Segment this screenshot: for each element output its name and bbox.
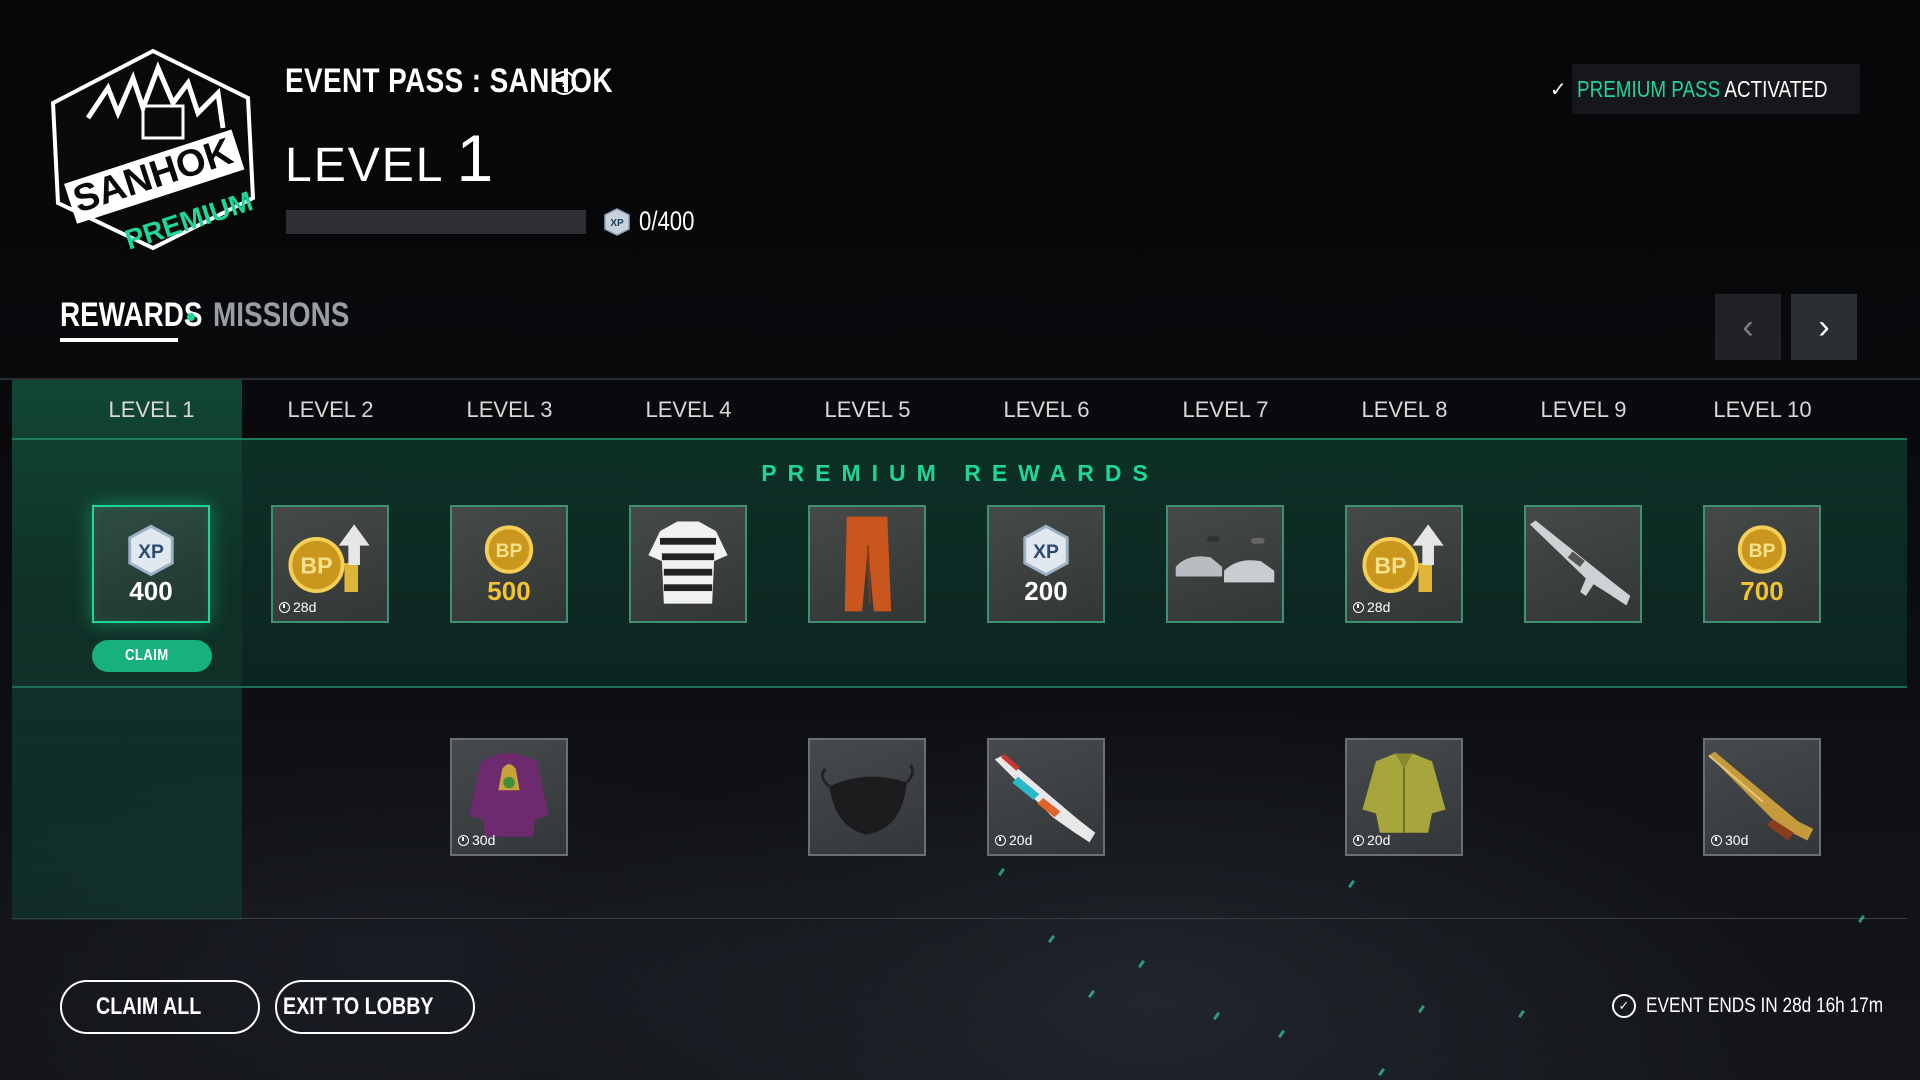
- next-page-button[interactable]: ›: [1791, 294, 1857, 360]
- duration-label: 30d: [1711, 832, 1748, 848]
- reward-tile-grey-shoes[interactable]: [1166, 505, 1284, 623]
- checkmark-icon: ✓: [1549, 78, 1567, 101]
- svg-text:BP: BP: [1749, 541, 1776, 562]
- svg-text:XP: XP: [1033, 542, 1059, 563]
- level-header[interactable]: LEVEL 1: [62, 380, 241, 440]
- duration-label: 20d: [1353, 832, 1390, 848]
- reward-tile-xp[interactable]: XP 200: [987, 505, 1105, 623]
- reward-tile-bp-boost[interactable]: BP 28d: [271, 505, 389, 623]
- level-header[interactable]: LEVEL 9: [1494, 380, 1673, 440]
- duration-label: 28d: [279, 599, 316, 615]
- reward-tile-bp-boost[interactable]: BP 28d: [1345, 505, 1463, 623]
- reward-tile-shotgun[interactable]: 30d: [1703, 738, 1821, 856]
- question-circle-icon[interactable]: ?: [552, 71, 576, 95]
- svg-text:BP: BP: [300, 553, 332, 579]
- reward-tile-bp[interactable]: BP 500: [450, 505, 568, 623]
- timer-icon: [1353, 601, 1364, 613]
- level-header[interactable]: LEVEL 5: [778, 380, 957, 440]
- svg-text:BP: BP: [496, 541, 523, 562]
- level-header[interactable]: LEVEL 10: [1673, 380, 1852, 440]
- reward-tile-black-mask[interactable]: [808, 738, 926, 856]
- level-header[interactable]: LEVEL 7: [1136, 380, 1315, 440]
- svg-text:XP: XP: [138, 542, 164, 563]
- premium-pass-status: ✓ PREMIUM PASS ACTIVATED: [1550, 64, 1860, 114]
- timer-icon: [1353, 834, 1364, 846]
- exit-to-lobby-button[interactable]: EXIT TO LOBBY: [275, 980, 475, 1034]
- svg-text:XP: XP: [610, 218, 624, 229]
- reward-tile-bp[interactable]: BP 700: [1703, 505, 1821, 623]
- xp-progress-bar: [286, 210, 586, 234]
- level-header[interactable]: LEVEL 2: [241, 380, 420, 440]
- divider: [12, 686, 1907, 688]
- reward-tile-yellow-jacket[interactable]: 20d: [1345, 738, 1463, 856]
- xp-icon: XP: [604, 208, 630, 236]
- active-tab-underline: [60, 338, 178, 342]
- black-mask-icon: [820, 764, 915, 835]
- duration-label: 20d: [995, 832, 1032, 848]
- current-level: LEVEL 1: [285, 121, 496, 195]
- level-header[interactable]: LEVEL 3: [420, 380, 599, 440]
- tab-missions[interactable]: MISSIONS: [213, 296, 379, 335]
- rifle-icon: [1529, 520, 1631, 606]
- event-title: EVENT PASS : SANHOK: [285, 62, 613, 100]
- timer-icon: [458, 834, 469, 846]
- svg-text:BP: BP: [1374, 553, 1406, 579]
- orange-pants-icon: [844, 516, 892, 612]
- reward-tile-xp[interactable]: XP 400: [92, 505, 210, 623]
- reward-tile-orange-pants[interactable]: [808, 505, 926, 623]
- level-header[interactable]: LEVEL 6: [957, 380, 1136, 440]
- chevron-left-icon: ‹: [1742, 307, 1754, 346]
- level-header[interactable]: LEVEL 8: [1315, 380, 1494, 440]
- grey-shoes-icon: [1175, 535, 1275, 583]
- level-headers: LEVEL 1 LEVEL 2 LEVEL 3 LEVEL 4 LEVEL 5 …: [0, 380, 1920, 440]
- reward-tile-rifle[interactable]: [1524, 505, 1642, 623]
- level-header[interactable]: LEVEL 4: [599, 380, 778, 440]
- xp-progress-text: 0/400: [639, 206, 695, 236]
- tab-rewards[interactable]: REWARDS: [60, 296, 234, 335]
- divider: [12, 918, 1907, 919]
- claim-all-button[interactable]: CLAIM ALL: [60, 980, 260, 1034]
- prev-page-button[interactable]: ‹: [1715, 294, 1781, 360]
- timer-icon: [1711, 834, 1722, 846]
- tab-notification-dot: [187, 313, 195, 321]
- reward-tile-painted-rifle[interactable]: 20d: [987, 738, 1105, 856]
- claim-button[interactable]: CLAIM: [92, 640, 212, 672]
- striped-shirt-icon: [648, 521, 728, 604]
- clock-check-icon: ✓: [1612, 994, 1636, 1018]
- duration-label: 28d: [1353, 599, 1390, 615]
- chevron-right-icon: ›: [1818, 307, 1830, 346]
- duration-label: 30d: [458, 832, 495, 848]
- event-timer: ✓ EVENT ENDS IN 28d 16h 17m: [1612, 994, 1920, 1018]
- reward-tile-striped-shirt[interactable]: [629, 505, 747, 623]
- premium-rewards-label: PREMIUM REWARDS: [761, 460, 1159, 486]
- reward-tile-purple-jacket[interactable]: 30d: [450, 738, 568, 856]
- timer-icon: [279, 601, 290, 613]
- sanhok-premium-logo: SANHOK PREMIUM: [50, 48, 256, 253]
- timer-icon: [995, 834, 1006, 846]
